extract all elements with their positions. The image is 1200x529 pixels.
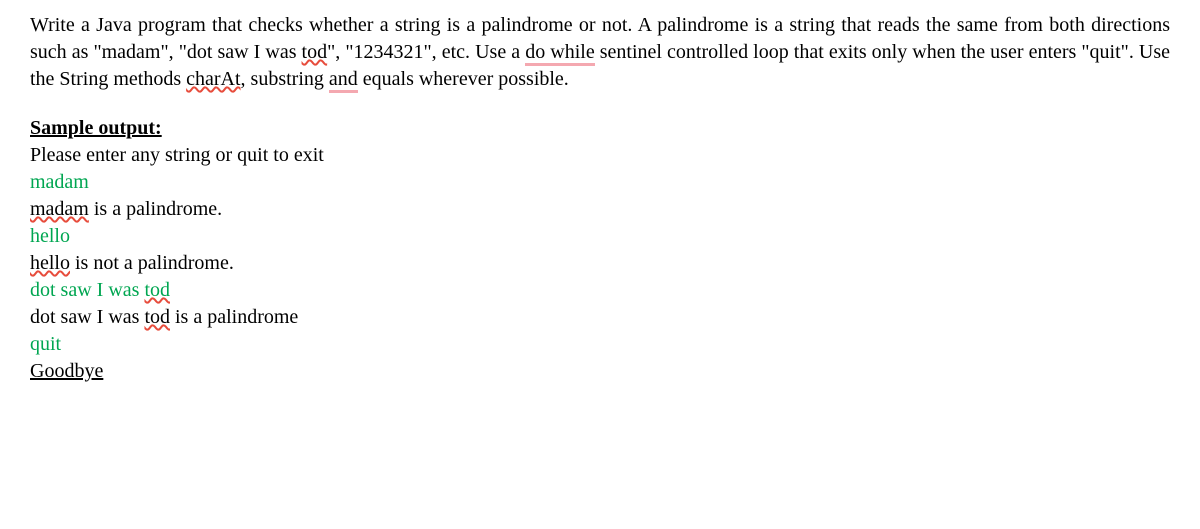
spellcheck-charat: charAt xyxy=(186,68,240,90)
sample-prompt: Please enter any string or quit to exit xyxy=(30,142,1170,169)
sample-input-4: quit xyxy=(30,331,1170,358)
grammar-and: and xyxy=(329,68,358,93)
sample-output-block: Sample output: Please enter any string o… xyxy=(30,115,1170,385)
sample-input-1: madam xyxy=(30,169,1170,196)
sample-result-1b: is a palindrome. xyxy=(89,198,222,220)
sample-result-1: madam is a palindrome. xyxy=(30,196,1170,223)
sample-result-3a: dot saw I was xyxy=(30,306,144,328)
problem-statement: Write a Java program that checks whether… xyxy=(30,12,1170,93)
sample-input-3a: dot saw I was xyxy=(30,279,144,301)
sample-result-3c: is a palindrome xyxy=(170,306,298,328)
sample-result-2b: is not a palindrome. xyxy=(70,252,234,274)
problem-part2c: equals wherever possible. xyxy=(358,68,569,90)
sample-result-3: dot saw I was tod is a palindrome xyxy=(30,304,1170,331)
spellcheck-tod: tod xyxy=(302,41,328,63)
sample-input-2: hello xyxy=(30,223,1170,250)
spellcheck-hello: hello xyxy=(30,252,70,274)
sample-result-4: Goodbye xyxy=(30,358,1170,385)
sample-input-3: dot saw I was tod xyxy=(30,277,1170,304)
spellcheck-tod3: tod xyxy=(144,306,170,328)
problem-part1b: ", "1234321", etc. Use a xyxy=(327,41,525,63)
spellcheck-madam: madam xyxy=(30,198,89,220)
problem-part2b: , substring xyxy=(241,68,329,90)
goodbye-underline: Goodbye xyxy=(30,360,103,382)
sample-result-2: hello is not a palindrome. xyxy=(30,250,1170,277)
grammar-dowhile: do while xyxy=(525,41,595,66)
sample-output-heading: Sample output: xyxy=(30,117,162,139)
spellcheck-tod2: tod xyxy=(144,279,170,301)
